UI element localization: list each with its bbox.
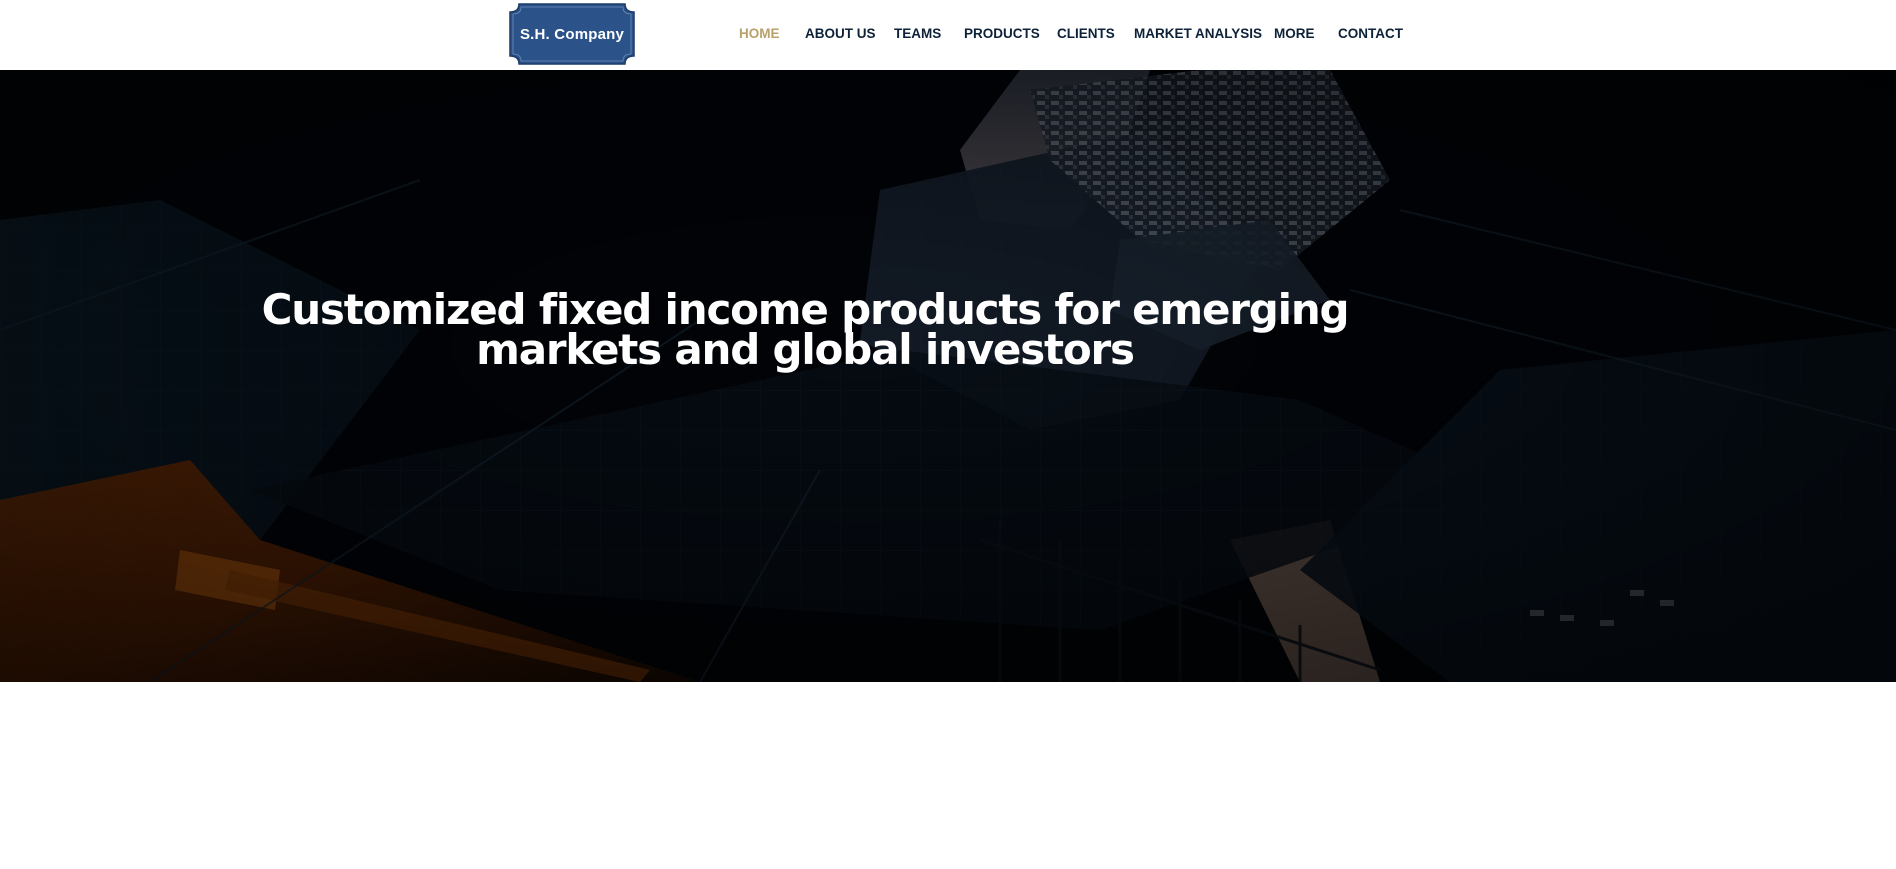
page-content-area: [0, 682, 1896, 869]
site-header: S.H. Company HOME ABOUT US TEAMS PRODUCT…: [0, 0, 1896, 70]
hero-section: Customized fixed income products for eme…: [0, 70, 1896, 682]
hero-title: Customized fixed income products for eme…: [261, 285, 1350, 374]
nav-clients[interactable]: CLIENTS: [1057, 25, 1115, 43]
nav-about-us[interactable]: ABOUT US: [805, 25, 876, 43]
nav-market-analysis[interactable]: MARKET ANALYSIS: [1134, 25, 1262, 43]
nav-contact[interactable]: CONTACT: [1338, 25, 1403, 43]
main-navigation: HOME ABOUT US TEAMS PRODUCTS CLIENTS MAR…: [0, 0, 1896, 70]
nav-products[interactable]: PRODUCTS: [964, 25, 1040, 43]
nav-more[interactable]: MORE: [1274, 25, 1315, 43]
nav-home[interactable]: HOME: [739, 25, 780, 43]
nav-teams[interactable]: TEAMS: [894, 25, 941, 43]
hero-background-image: [0, 70, 1896, 682]
